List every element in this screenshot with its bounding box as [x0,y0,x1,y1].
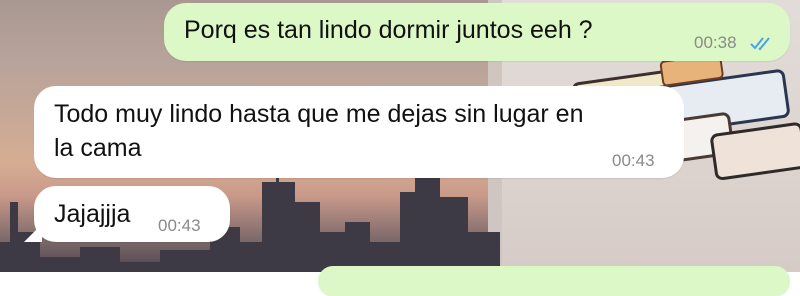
message-timestamp: 00:38 [694,33,737,52]
message-bubble-outgoing[interactable]: Porq es tan lindo dormir juntos eeh ? 00… [164,3,790,61]
message-text: Porq es tan lindo dormir juntos eeh ? [184,16,593,44]
message-text: Jajajjja [54,200,131,228]
message-bubble-outgoing-partial[interactable] [318,266,790,296]
message-bubble-incoming[interactable]: Todo muy lindo hasta que me dejas sin lu… [34,86,684,178]
double-check-icon [750,37,770,51]
message-text: Todo muy lindo hasta que me dejas sin lu… [54,100,584,162]
message-timestamp: 00:43 [158,216,201,235]
message-bubble-incoming[interactable]: Jajajjja 00:43 [24,186,230,242]
message-timestamp: 00:43 [612,151,655,170]
bubble-tail [24,224,42,242]
